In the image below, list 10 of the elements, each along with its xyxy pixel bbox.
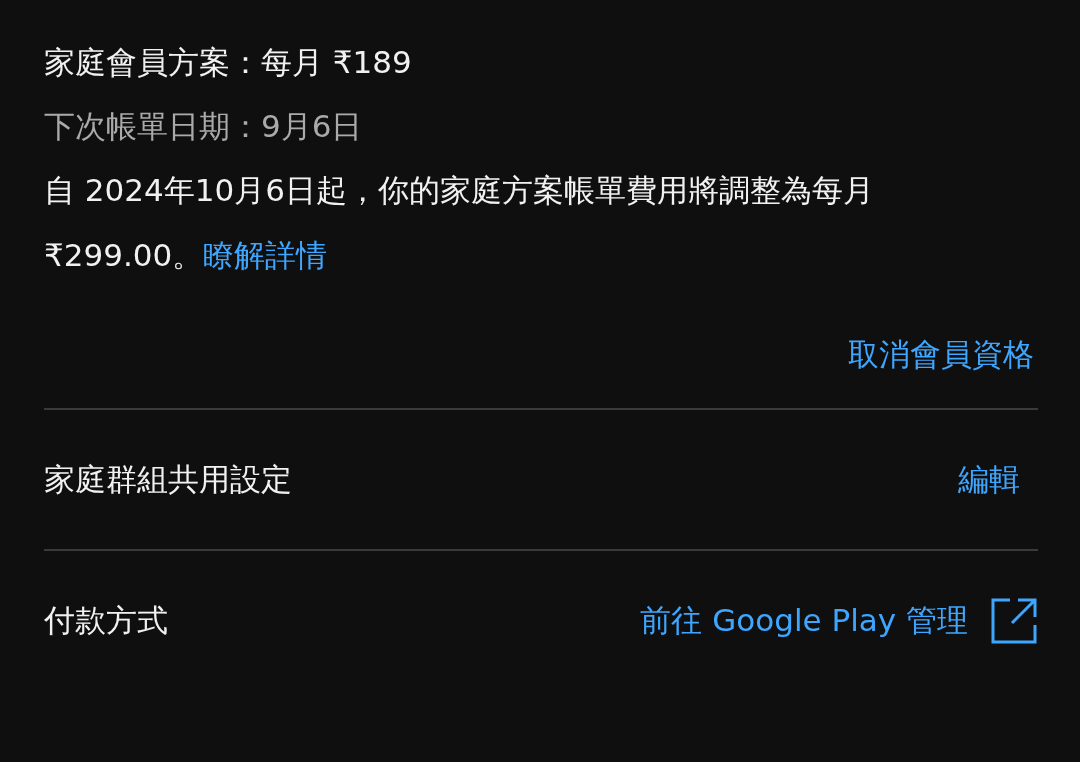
manage-link[interactable]: 前往 Google Play 管理	[640, 596, 1038, 645]
cancel-membership-link[interactable]: 取消會員資格	[848, 328, 1034, 380]
plan-title: 家庭會員方案：每月 ₹189	[44, 43, 413, 82]
learn-more-link[interactable]: 瞭解詳情	[203, 237, 328, 273]
edit-link[interactable]: 編輯	[958, 458, 1038, 501]
price-change-notice: 自 2024年10月6日起，你的家庭方案帳單費用將調整為每月 ₹299.00。瞭解詳情	[44, 171, 875, 275]
setting-label: 付款方式	[44, 600, 168, 640]
setting-label: 家庭群組共用設定	[44, 459, 292, 499]
next-billing-date: 下次帳單日期：9月6日	[44, 107, 364, 146]
external-link-icon	[990, 596, 1038, 645]
